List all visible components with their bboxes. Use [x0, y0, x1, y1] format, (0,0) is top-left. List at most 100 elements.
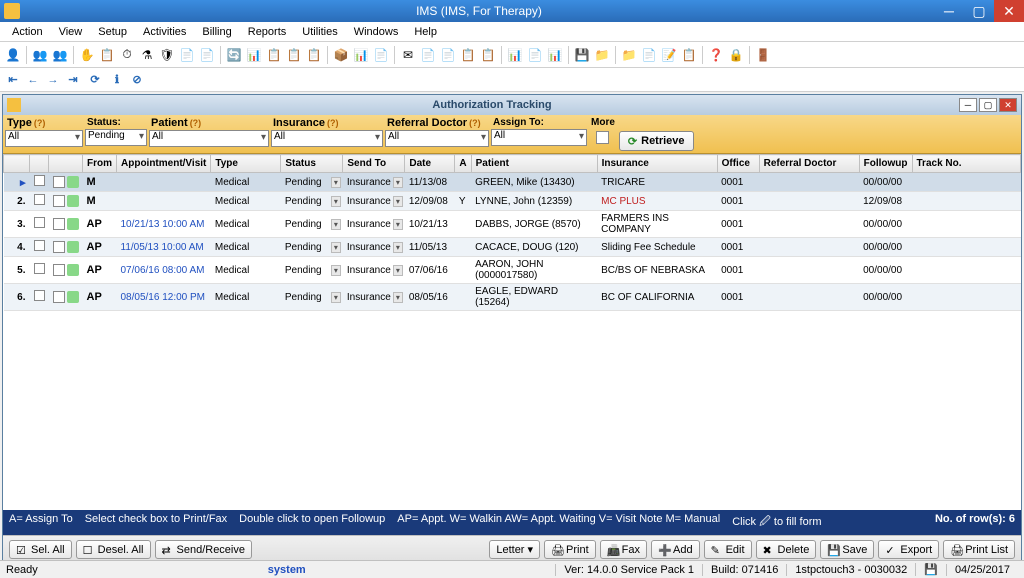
- nav-info-icon[interactable]: ℹ: [108, 71, 126, 89]
- row-check[interactable]: [30, 192, 49, 211]
- cell-status[interactable]: Pending: [281, 192, 343, 211]
- col-rownum[interactable]: [4, 155, 30, 173]
- row-check[interactable]: [30, 238, 49, 257]
- col-sendto[interactable]: Send To: [343, 155, 405, 173]
- menu-activities[interactable]: Activities: [135, 24, 194, 40]
- col-check[interactable]: [30, 155, 49, 173]
- cell-status[interactable]: Pending: [281, 211, 343, 238]
- type-select[interactable]: All: [5, 130, 83, 147]
- cell-appt[interactable]: 07/06/16 08:00 AM: [117, 257, 211, 284]
- cell-appt[interactable]: 11/05/13 10:00 AM: [117, 238, 211, 257]
- menu-billing[interactable]: Billing: [194, 24, 239, 40]
- tb-icon[interactable]: ⏱: [118, 46, 136, 64]
- more-checkbox[interactable]: [596, 131, 609, 144]
- tb-icon[interactable]: 📋: [285, 46, 303, 64]
- tb-icon[interactable]: 📄: [526, 46, 544, 64]
- menu-windows[interactable]: Windows: [346, 24, 407, 40]
- row-check[interactable]: [30, 173, 49, 192]
- print-list-button[interactable]: 🖨Print List: [943, 540, 1015, 559]
- col-followup[interactable]: Followup: [859, 155, 912, 173]
- tb-icon[interactable]: 👥: [51, 46, 69, 64]
- cell-sendto[interactable]: Insurance: [343, 192, 405, 211]
- tb-icon[interactable]: 📊: [546, 46, 564, 64]
- row-icons[interactable]: [49, 257, 83, 284]
- doc-icon[interactable]: [53, 195, 65, 207]
- nav-next-icon[interactable]: →: [44, 71, 62, 89]
- tb-icon[interactable]: 📄: [419, 46, 437, 64]
- cell-sendto[interactable]: Insurance: [343, 284, 405, 311]
- table-row[interactable]: 6.AP08/05/16 12:00 PMMedicalPendingInsur…: [4, 284, 1021, 311]
- cell-status[interactable]: Pending: [281, 173, 343, 192]
- tb-icon[interactable]: 📝: [660, 46, 678, 64]
- tb-icon[interactable]: ⚗: [138, 46, 156, 64]
- tb-icon[interactable]: 📄: [198, 46, 216, 64]
- status-select[interactable]: Pending: [85, 129, 147, 146]
- row-icons[interactable]: [49, 284, 83, 311]
- retrieve-button[interactable]: ⟳ Retrieve: [619, 131, 694, 151]
- col-referral[interactable]: Referral Doctor: [759, 155, 859, 173]
- insurance-help-icon[interactable]: (?): [327, 118, 339, 128]
- fax-button[interactable]: 📠Fax: [600, 540, 647, 559]
- col-from[interactable]: From: [83, 155, 117, 173]
- col-appt[interactable]: Appointment/Visit: [117, 155, 211, 173]
- row-check[interactable]: [30, 257, 49, 284]
- nav-first-icon[interactable]: ⇤: [4, 71, 22, 89]
- patient-help-icon[interactable]: (?): [190, 118, 202, 128]
- row-icons[interactable]: [49, 192, 83, 211]
- tb-help-icon[interactable]: ❓: [707, 46, 725, 64]
- row-check[interactable]: [30, 211, 49, 238]
- tb-icon[interactable]: 📋: [305, 46, 323, 64]
- tb-icon[interactable]: 📊: [506, 46, 524, 64]
- tb-icon[interactable]: 📄: [178, 46, 196, 64]
- assign-select[interactable]: All: [491, 129, 587, 146]
- tb-icon[interactable]: 💾: [573, 46, 591, 64]
- patient-select[interactable]: All: [149, 130, 269, 147]
- row-check[interactable]: [30, 284, 49, 311]
- add-button[interactable]: ➕Add: [651, 540, 700, 559]
- row-icons[interactable]: [49, 238, 83, 257]
- cell-sendto[interactable]: Insurance: [343, 257, 405, 284]
- tb-icon[interactable]: 🛡: [158, 46, 176, 64]
- menu-reports[interactable]: Reports: [240, 24, 295, 40]
- cell-appt[interactable]: [117, 192, 211, 211]
- note-icon[interactable]: [67, 218, 79, 230]
- send-receive-button[interactable]: ⇄Send/Receive: [155, 540, 253, 559]
- row-icons[interactable]: [49, 173, 83, 192]
- cell-sendto[interactable]: Insurance: [343, 173, 405, 192]
- cell-sendto[interactable]: Insurance: [343, 211, 405, 238]
- col-status[interactable]: Status: [281, 155, 343, 173]
- menu-help[interactable]: Help: [406, 24, 445, 40]
- nav-stop-icon[interactable]: ⊘: [128, 71, 146, 89]
- tb-icon[interactable]: 📋: [680, 46, 698, 64]
- tb-icon[interactable]: 👥: [31, 46, 49, 64]
- tb-lock-icon[interactable]: 🔒: [727, 46, 745, 64]
- col-type[interactable]: Type: [211, 155, 281, 173]
- sub-close-button[interactable]: ✕: [999, 98, 1017, 112]
- print-button[interactable]: 🖨Print: [544, 540, 596, 559]
- minimize-button[interactable]: ─: [934, 0, 964, 22]
- deselect-all-button[interactable]: ☐Desel. All: [76, 540, 151, 559]
- cell-status[interactable]: Pending: [281, 238, 343, 257]
- tb-icon[interactable]: 🔄: [225, 46, 243, 64]
- delete-button[interactable]: ✖Delete: [756, 540, 817, 559]
- maximize-button[interactable]: ▢: [964, 0, 994, 22]
- sub-minimize-button[interactable]: ─: [959, 98, 977, 112]
- table-row[interactable]: 2.MMedicalPendingInsurance12/09/08YLYNNE…: [4, 192, 1021, 211]
- note-icon[interactable]: [67, 264, 79, 276]
- referral-select[interactable]: All: [385, 130, 489, 147]
- col-date[interactable]: Date: [405, 155, 455, 173]
- menu-setup[interactable]: Setup: [90, 24, 135, 40]
- tb-icon[interactable]: 📊: [245, 46, 263, 64]
- menu-action[interactable]: Action: [4, 24, 51, 40]
- tb-icon[interactable]: ✉: [399, 46, 417, 64]
- col-trackno[interactable]: Track No.: [912, 155, 1021, 173]
- col-icons[interactable]: [49, 155, 83, 173]
- edit-button[interactable]: ✎Edit: [704, 540, 752, 559]
- cell-status[interactable]: Pending: [281, 257, 343, 284]
- tb-icon[interactable]: 📄: [640, 46, 658, 64]
- select-all-button[interactable]: ☑Sel. All: [9, 540, 72, 559]
- doc-icon[interactable]: [53, 264, 65, 276]
- note-icon[interactable]: [67, 241, 79, 253]
- tb-exit-icon[interactable]: 🚪: [754, 46, 772, 64]
- table-row[interactable]: 5.AP07/06/16 08:00 AMMedicalPendingInsur…: [4, 257, 1021, 284]
